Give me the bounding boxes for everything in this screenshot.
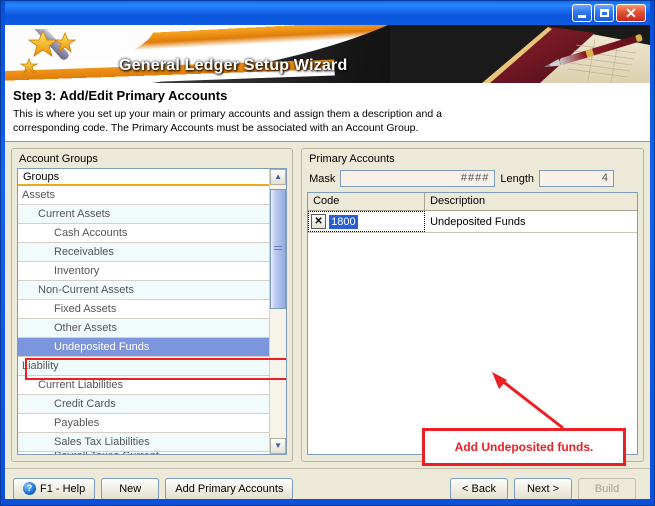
list-item[interactable]: Fixed Assets (18, 300, 270, 319)
add-primary-accounts-button[interactable]: Add Primary Accounts (165, 477, 294, 499)
list-item[interactable]: Non-Current Assets (18, 281, 270, 300)
list-item[interactable]: Liability (18, 357, 270, 376)
list-item[interactable]: Other Assets (18, 319, 270, 338)
step-header: Step 3: Add/Edit Primary Accounts This i… (5, 83, 650, 142)
list-item[interactable]: Current Assets (18, 205, 270, 224)
mask-label: Mask (309, 172, 336, 185)
account-groups-list[interactable]: Groups Assets Current Assets Cash Accounts… (18, 169, 270, 454)
scrollbar-thumb[interactable] (270, 189, 287, 309)
footer-button-bar: ? F1 - Help New Add Primary Accounts < B… (5, 468, 650, 499)
page-title: Step 3: Add/Edit Primary Accounts (13, 88, 228, 103)
step-description: This is where you set up your main or pr… (13, 108, 442, 134)
list-item[interactable]: Undeposited Funds (18, 338, 270, 357)
primary-accounts-label: Primary Accounts (309, 153, 395, 165)
list-item[interactable]: Inventory (18, 262, 270, 281)
annotation-callout: Add Undeposited funds. (422, 428, 626, 466)
group-rows-container: Assets Current Assets Cash Accounts Receiva… (18, 186, 270, 454)
list-item[interactable]: Assets (18, 186, 270, 205)
ledger-books-and-pen-photo (390, 25, 650, 83)
column-header-description: Description (430, 195, 486, 207)
mask-length-row: Mask #### Length 4 (309, 170, 638, 187)
grid-rows-container: ✕ 1800 Undeposited Funds (308, 211, 637, 233)
banner-title: General Ledger Setup Wizard (119, 57, 348, 74)
delete-row-icon[interactable]: ✕ (311, 214, 327, 229)
title-bar: ✕ (5, 1, 650, 25)
description-cell[interactable]: Undeposited Funds (425, 211, 637, 232)
new-button[interactable]: New (101, 477, 160, 499)
main-content: Account Groups Groups Assets Current Asse… (5, 142, 650, 468)
scroll-down-button[interactable]: ▼ (270, 438, 287, 454)
wizard-banner: General Ledger Setup Wizard (5, 25, 650, 83)
list-item[interactable]: Credit Cards (18, 395, 270, 414)
account-groups-listbox[interactable]: Groups Assets Current Assets Cash Accounts… (17, 168, 288, 455)
maximize-icon (599, 9, 609, 17)
table-row[interactable]: ✕ 1800 Undeposited Funds (308, 211, 637, 233)
primary-accounts-pane: Primary Accounts Mask #### Length 4 Code… (301, 148, 644, 462)
minimize-icon (578, 14, 586, 18)
list-item[interactable]: Payables (18, 414, 270, 433)
help-button-label: F1 - Help (40, 482, 86, 495)
groups-column-header: Groups (18, 169, 270, 186)
close-button[interactable]: ✕ (616, 4, 646, 22)
grid-header-row: Code Description (308, 193, 637, 211)
code-value[interactable]: 1800 (329, 214, 358, 229)
list-item[interactable]: Cash Accounts (18, 224, 270, 243)
minimize-button[interactable] (572, 4, 592, 22)
application-window: ✕ General Ledger Setup Wizard Step 3: Ad… (0, 0, 655, 506)
list-item[interactable]: Current Liabilities (18, 376, 270, 395)
close-icon: ✕ (625, 5, 637, 21)
maximize-button[interactable] (594, 4, 614, 22)
client-area: General Ledger Setup Wizard Step 3: Add/… (5, 25, 650, 499)
scrollbar-track[interactable] (270, 185, 287, 438)
magic-wand-icon (13, 25, 85, 83)
help-icon: ? (23, 482, 36, 495)
mask-field[interactable]: #### (340, 170, 496, 187)
back-button[interactable]: < Back (450, 477, 508, 499)
scrollbar-grip (274, 246, 283, 252)
list-item[interactable]: Sales Tax Liabilities (18, 433, 270, 452)
account-groups-scrollbar[interactable]: ▲ ▼ (269, 169, 287, 454)
account-groups-label: Account Groups (19, 153, 98, 165)
list-item[interactable]: Payroll Taxes Current (18, 452, 270, 454)
code-cell[interactable]: ✕ 1800 (308, 211, 426, 232)
next-button[interactable]: Next > (514, 477, 572, 499)
help-button[interactable]: ? F1 - Help (13, 477, 96, 499)
primary-accounts-grid[interactable]: Code Description ✕ 1800 Undeposited Funds (307, 192, 638, 455)
length-field[interactable]: 4 (539, 170, 615, 187)
account-groups-pane: Account Groups Groups Assets Current Asse… (11, 148, 294, 462)
length-label: Length (500, 172, 535, 185)
scroll-up-button[interactable]: ▲ (270, 169, 287, 185)
build-button: Build (578, 477, 636, 499)
column-header-code: Code (308, 193, 426, 210)
list-item[interactable]: Receivables (18, 243, 270, 262)
